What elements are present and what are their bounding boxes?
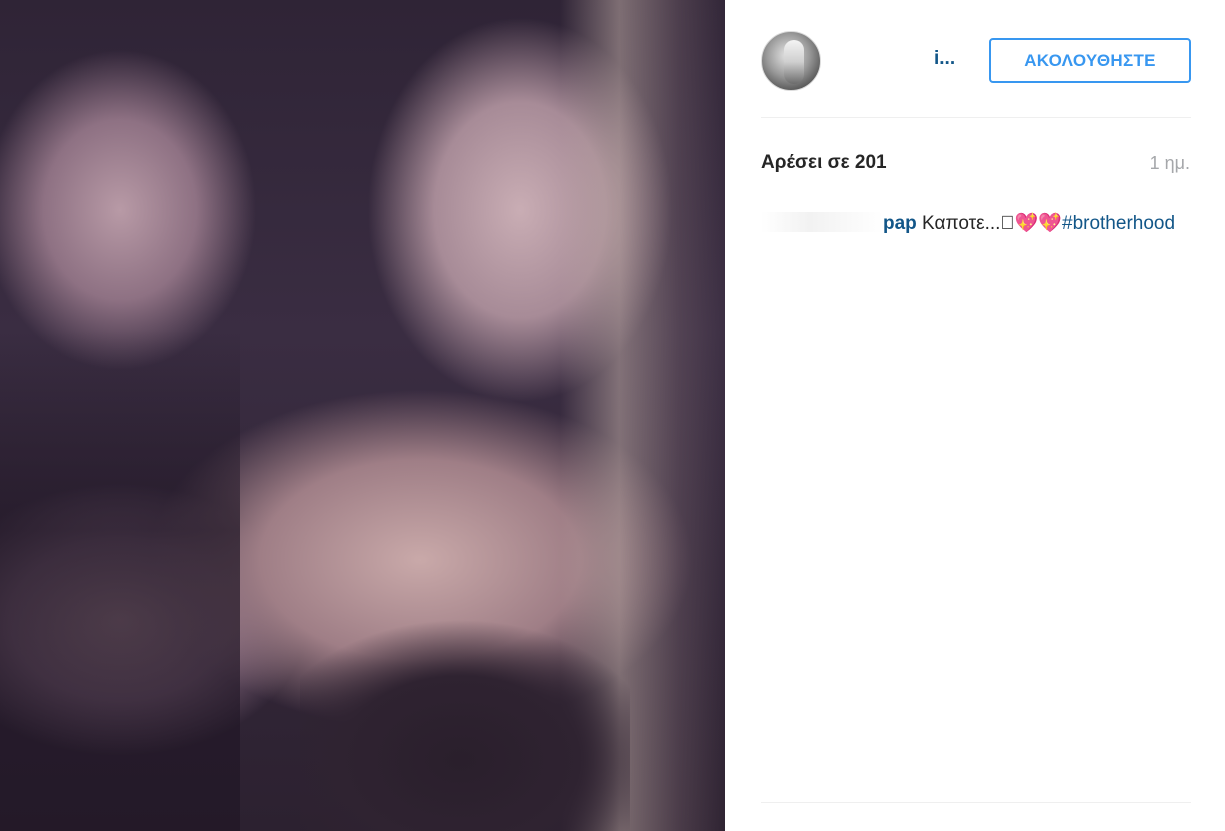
user-avatar[interactable] — [761, 31, 821, 91]
post-timestamp[interactable]: 1 ημ. — [1150, 153, 1190, 174]
avatar-figure-icon — [784, 40, 804, 84]
caption-username[interactable]: pap — [883, 213, 917, 234]
caption-hashtag[interactable]: #brotherhood — [1062, 213, 1175, 234]
username-link[interactable]: i... — [934, 48, 955, 70]
divider — [761, 117, 1191, 118]
caption-username-obscured — [761, 212, 883, 232]
post-photo — [0, 0, 725, 831]
instagram-post-view: i... ΑΚΟΛΟΥΘΗΣΤΕ Αρέσει σε 201 1 ημ. pap… — [0, 0, 1225, 831]
photo-shading-bottom — [300, 600, 630, 831]
post-sidebar: i... ΑΚΟΛΟΥΘΗΣΤΕ Αρέσει σε 201 1 ημ. pap… — [725, 0, 1225, 831]
likes-count[interactable]: Αρέσει σε 201 — [761, 152, 887, 174]
divider — [761, 802, 1191, 803]
photo-shading-left — [0, 330, 240, 831]
post-caption: pap Καποτε...􀀀💖💖#brotherhood — [761, 210, 1191, 238]
caption-text: Καποτε...􀀀💖💖 — [916, 213, 1062, 234]
follow-button[interactable]: ΑΚΟΛΟΥΘΗΣΤΕ — [989, 38, 1191, 83]
